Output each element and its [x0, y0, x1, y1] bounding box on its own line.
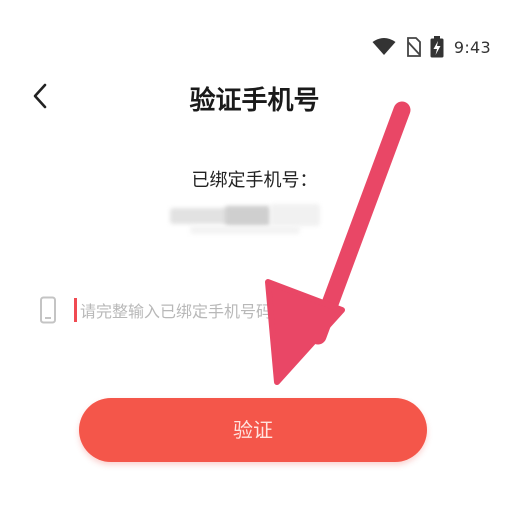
phone-icon	[40, 296, 56, 324]
status-bar: 9:43	[0, 0, 509, 70]
phone-number-input[interactable]	[80, 296, 342, 326]
verify-button[interactable]: 验证	[79, 398, 427, 462]
status-time: 9:43	[453, 37, 491, 57]
status-icons: 9:43	[372, 36, 491, 58]
masked-phone-number	[170, 198, 320, 238]
no-sim-icon	[406, 37, 421, 57]
bound-phone-label: 已绑定手机号：	[191, 170, 318, 191]
page-title: 验证手机号	[189, 86, 320, 116]
phone-input-row[interactable]	[38, 292, 342, 332]
text-cursor	[74, 298, 77, 322]
wifi-icon	[372, 38, 396, 55]
battery-charging-icon	[430, 36, 444, 58]
